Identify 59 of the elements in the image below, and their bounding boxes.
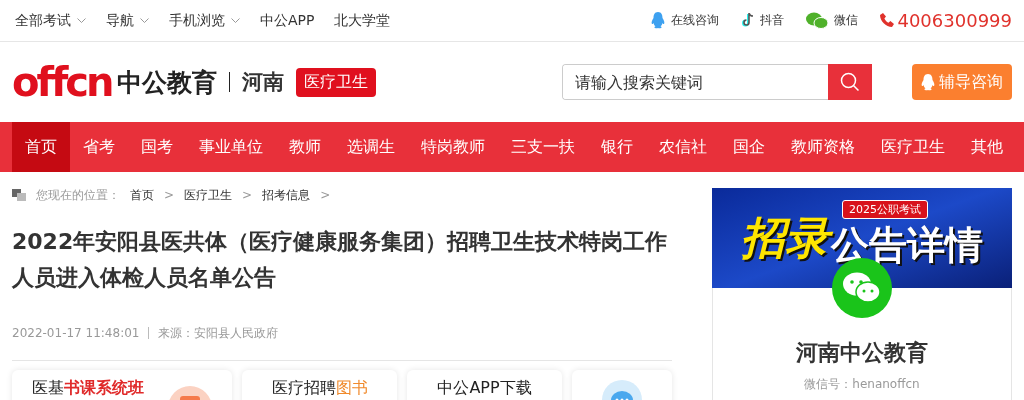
publish-date: 2022-01-17 11:48:01 <box>12 327 150 339</box>
banner-badge: 2025公职考试 <box>842 200 928 219</box>
brand-name: 中公教育 <box>117 69 218 95</box>
chevron-down-icon <box>140 17 149 24</box>
nav-tab[interactable]: 选调生 <box>334 122 408 172</box>
nav-tab[interactable]: 首页 <box>12 122 70 172</box>
nav-tab[interactable]: 省考 <box>70 122 128 172</box>
search-icon <box>840 72 860 92</box>
nav-tab[interactable]: 教师 <box>276 122 334 172</box>
nav-tab[interactable]: 医疗卫生 <box>868 122 958 172</box>
breadcrumb-separator: > <box>164 188 175 202</box>
top-nav-link[interactable]: 手机浏览 <box>169 11 240 30</box>
top-nav-link[interactable]: 导航 <box>106 11 149 30</box>
nav-tab[interactable]: 教师资格 <box>778 122 868 172</box>
nav-tab[interactable]: 农信社 <box>646 122 720 172</box>
search-button[interactable] <box>828 64 872 100</box>
nav-tab[interactable]: 特岗教师 <box>408 122 498 172</box>
phone-number-link[interactable]: 4006300999 <box>880 10 1012 31</box>
penguin-icon <box>651 12 666 29</box>
top-contact-link[interactable]: 在线咨询 <box>651 12 720 29</box>
article-title: 2022年安阳县医共体（医疗健康服务集团）招聘卫生技术特岗工作人员进入体检人员名单公告 <box>12 228 669 292</box>
channel-tag: 医疗卫生 <box>296 67 377 97</box>
music-note-icon <box>741 13 755 28</box>
chevron-down-icon <box>77 17 86 24</box>
breadcrumb-link[interactable]: 医疗卫生 <box>184 186 233 204</box>
breadcrumb-link[interactable]: 招考信息 <box>262 186 311 204</box>
wechat-id: 微信号：henanoffcn <box>804 376 920 393</box>
breadcrumb-separator: > <box>320 188 331 202</box>
nav-tab[interactable]: 国企 <box>720 122 778 172</box>
top-nav-link[interactable]: 北大学堂 <box>334 11 391 30</box>
source-text: 来源：安阳县人民政府 <box>158 324 279 342</box>
nav-tab[interactable]: 其他 <box>958 122 1016 172</box>
promo-card[interactable]: 中公APP下载 <box>407 370 562 400</box>
promo-card[interactable] <box>572 370 672 400</box>
nav-tab[interactable]: 银行 <box>588 122 646 172</box>
breadcrumb-label: 您现在的位置： <box>36 186 120 204</box>
promo-card[interactable]: 医基书课系统班 <box>12 370 232 400</box>
top-nav-link[interactable]: 中公APP <box>260 11 315 30</box>
nav-tab[interactable]: 事业单位 <box>186 122 276 172</box>
location-squares-icon <box>12 189 26 201</box>
phone-icon <box>880 13 895 28</box>
promo-title: 医疗招聘图书 <box>271 378 368 399</box>
account-name: 河南中公教育 <box>796 342 928 364</box>
top-contact-link[interactable]: 微信 <box>806 12 859 29</box>
nav-tab[interactable]: 国考 <box>128 122 186 172</box>
top-nav-link[interactable]: 全部考试 <box>15 11 86 30</box>
logo-text[interactable]: offcn <box>12 62 112 102</box>
search-field[interactable]: 请输入搜索关键词 <box>562 64 828 100</box>
chevron-down-icon <box>231 17 240 24</box>
penguin-icon <box>921 73 935 91</box>
breadcrumb-separator: > <box>242 188 253 202</box>
nav-tab[interactable]: 三支一扶 <box>498 122 588 172</box>
top-contact-link[interactable]: 抖音 <box>741 12 785 29</box>
promo-title: 医基书课系统班 <box>32 378 144 399</box>
region-name: 河南 <box>242 71 285 93</box>
promo-card[interactable]: 医疗招聘图书 <box>242 370 397 400</box>
breadcrumb-link[interactable]: 首页 <box>130 186 154 204</box>
chat-bubbles-icon <box>806 12 829 29</box>
promo-title: 中公APP下载 <box>437 378 532 399</box>
